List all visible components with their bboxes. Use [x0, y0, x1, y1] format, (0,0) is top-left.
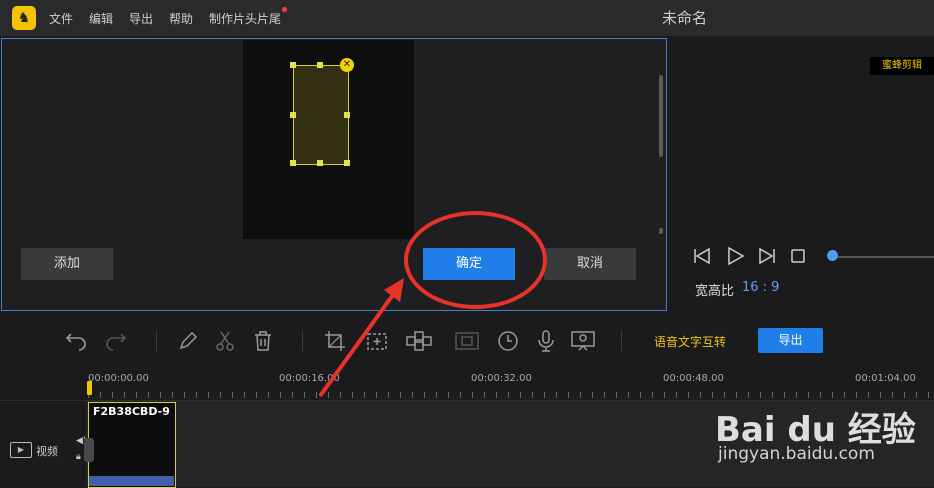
export-button[interactable]: 导出 — [758, 328, 823, 353]
notification-dot — [282, 7, 287, 12]
ruler-ticks — [88, 392, 934, 398]
pen-icon[interactable] — [176, 329, 200, 353]
scissors-icon[interactable] — [213, 329, 237, 353]
add-button[interactable]: 添加 — [21, 248, 113, 280]
freeze-frame-icon[interactable] — [454, 329, 480, 353]
window-title: 未命名 — [662, 9, 708, 27]
resize-handle[interactable] — [317, 160, 323, 166]
annotation-arrow — [318, 278, 404, 398]
resize-handle[interactable] — [317, 62, 323, 68]
clip-trim-handle[interactable] — [84, 438, 94, 462]
resize-handle[interactable] — [290, 160, 296, 166]
video-track-icon: ▶ — [10, 442, 32, 458]
menu-help[interactable]: 帮助 — [169, 10, 193, 27]
player-panel — [670, 38, 934, 309]
close-icon[interactable]: ✕ — [340, 58, 354, 72]
undo-icon[interactable] — [64, 329, 88, 353]
menu-edit[interactable]: 编辑 — [89, 10, 113, 27]
time-label: 00:00:00.00 — [88, 373, 149, 384]
toolbar-divider — [156, 331, 157, 351]
resize-handle[interactable] — [344, 160, 350, 166]
toolbar-divider — [621, 331, 622, 351]
lock-icon[interactable]: 🔒︎ — [76, 452, 81, 462]
menu-file[interactable]: 文件 — [49, 10, 73, 27]
time-label: 00:00:32.00 — [471, 373, 532, 384]
next-frame-icon[interactable] — [757, 247, 777, 265]
time-label: 00:01:04.00 — [855, 373, 916, 384]
scrollbar-thumb[interactable] — [659, 75, 663, 157]
progress-knob[interactable] — [827, 250, 838, 261]
resize-handle[interactable] — [290, 112, 296, 118]
redo-icon[interactable] — [104, 329, 128, 353]
stop-icon[interactable] — [791, 249, 805, 263]
resize-handle[interactable] — [344, 112, 350, 118]
selection-box[interactable] — [293, 65, 349, 165]
prev-frame-icon[interactable] — [692, 247, 712, 265]
clip-audio-bar — [89, 476, 174, 486]
annotation-circle — [404, 211, 547, 309]
resize-handle[interactable] — [290, 62, 296, 68]
speech-to-text-button[interactable]: 语音文字互转 — [654, 333, 726, 350]
brand-watermark: 蜜蜂剪辑 — [870, 57, 934, 75]
app-logo-icon: ♞ — [12, 6, 36, 30]
playhead[interactable] — [87, 381, 92, 395]
clock-icon[interactable] — [496, 329, 520, 353]
play-icon[interactable] — [725, 246, 745, 266]
trash-icon[interactable] — [251, 329, 275, 353]
clip-name: F2B38CBD-9 — [93, 405, 170, 418]
scrollbar-end — [659, 228, 663, 234]
aspect-ratio-value[interactable]: 16 : 9 — [742, 280, 779, 295]
progress-track[interactable] — [838, 256, 934, 258]
cancel-button[interactable]: 取消 — [544, 248, 636, 280]
aspect-ratio-label: 宽高比 — [695, 284, 735, 299]
microphone-icon[interactable] — [534, 329, 558, 353]
screen-record-icon[interactable] — [570, 329, 596, 353]
video-track-label: 视频 — [36, 445, 58, 458]
menu-make-intro-outro[interactable]: 制作片头片尾 — [209, 10, 281, 27]
time-label: 00:00:48.00 — [663, 373, 724, 384]
menu-export[interactable]: 导出 — [129, 10, 153, 27]
baidu-url: jingyan.baidu.com — [718, 444, 875, 464]
